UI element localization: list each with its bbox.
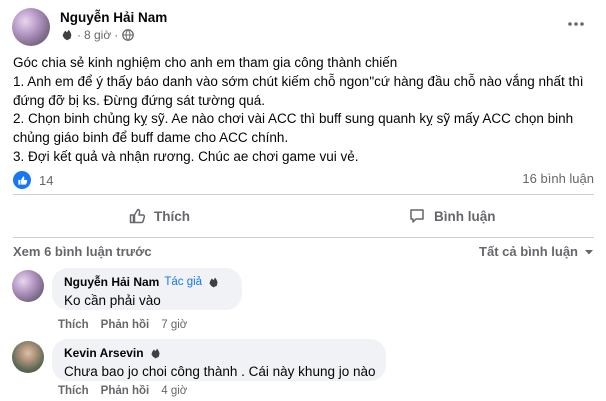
post-line: 3. Đợi kết quả và nhận rương. Chúc ae ch… bbox=[13, 148, 359, 164]
commenter-header: Nguyễn Hải Nam Tác giả bbox=[64, 275, 230, 289]
fist-badge-icon bbox=[209, 277, 218, 287]
divider bbox=[13, 237, 594, 238]
post-line: 1. Anh em để ý thấy báo danh vào sớm chú… bbox=[13, 73, 584, 89]
post-line: 2. Chọn binh chủng kỵ sỹ. Ae nào chơi và… bbox=[13, 111, 574, 127]
author-tag: Tác giả bbox=[164, 276, 203, 288]
post-line: chủng giáo binh để buff dame cho ACC chí… bbox=[13, 130, 289, 146]
thumbs-up-icon bbox=[17, 175, 27, 185]
comment-bubble: Kevin Arsevin Chưa bao jo choi công thàn… bbox=[52, 339, 386, 381]
sort-label: Tất cả bình luận bbox=[479, 244, 578, 259]
comment-count[interactable]: 16 bình luận bbox=[522, 171, 594, 186]
fist-badge-icon bbox=[62, 29, 72, 41]
comment-button[interactable]: Bình luận bbox=[408, 200, 496, 232]
post-body: Góc chia sẻ kinh nghiệm cho anh em tham … bbox=[13, 54, 593, 167]
divider bbox=[13, 194, 594, 195]
commenter-name[interactable]: Kevin Arsevin bbox=[64, 346, 144, 360]
globe-icon bbox=[122, 29, 135, 41]
comment-label: Bình luận bbox=[434, 208, 496, 224]
post-time[interactable]: 8 giờ bbox=[84, 28, 111, 42]
comment-bubble: Nguyễn Hải Nam Tác giả Ko cần phải vào bbox=[52, 268, 242, 310]
comment-actions: Thích Phản hồi 4 giờ bbox=[58, 385, 187, 397]
post-header: Nguyễn Hải Nam · 8 giờ · bbox=[12, 6, 594, 46]
comment-time[interactable]: 7 giờ bbox=[161, 319, 187, 331]
comment-time[interactable]: 4 giờ bbox=[161, 385, 187, 397]
reaction-count: 14 bbox=[39, 172, 54, 188]
post-line: đứng đỡ bị ks. Đừng đứng sát tường quá. bbox=[13, 92, 265, 108]
commenter-name[interactable]: Nguyễn Hải Nam bbox=[64, 275, 159, 289]
post-line: Góc chia sẻ kinh nghiệm cho anh em tham … bbox=[13, 55, 398, 70]
like-button[interactable]: Thích bbox=[128, 200, 190, 232]
reaction-summary[interactable]: 14 bbox=[13, 171, 53, 189]
comment-sort-dropdown[interactable]: Tất cả bình luận bbox=[479, 244, 594, 259]
like-label: Thích bbox=[154, 208, 190, 224]
like-reaction-icon bbox=[13, 171, 31, 189]
comment-actions: Thích Phản hồi 7 giờ bbox=[58, 319, 187, 331]
meta-separator: · bbox=[77, 28, 81, 42]
fist-badge-icon bbox=[151, 348, 160, 358]
author-avatar[interactable] bbox=[12, 8, 50, 46]
comment-text: Ko cần phải vào bbox=[64, 293, 161, 308]
comment-like-button[interactable]: Thích bbox=[58, 319, 89, 331]
comment-text: Chưa bao jo choi công thành . Cái này kh… bbox=[64, 364, 376, 379]
comment-icon bbox=[410, 209, 424, 223]
author-name[interactable]: Nguyễn Hải Nam bbox=[60, 10, 167, 25]
commenter-header: Kevin Arsevin bbox=[64, 346, 374, 360]
post-meta: · 8 giờ · bbox=[60, 28, 135, 42]
caret-down-icon bbox=[585, 249, 593, 254]
commenter-avatar[interactable] bbox=[12, 270, 44, 302]
meta-separator-2: · bbox=[114, 28, 119, 42]
comment-reply-button[interactable]: Phản hồi bbox=[101, 319, 150, 331]
more-dots-icon[interactable] bbox=[566, 14, 586, 34]
comment-like-button[interactable]: Thích bbox=[58, 385, 89, 397]
commenter-avatar[interactable] bbox=[12, 341, 44, 373]
thumbs-up-icon bbox=[129, 208, 146, 224]
view-previous-comments[interactable]: Xem 6 bình luận trước bbox=[13, 244, 152, 259]
comment-reply-button[interactable]: Phản hồi bbox=[101, 385, 150, 397]
